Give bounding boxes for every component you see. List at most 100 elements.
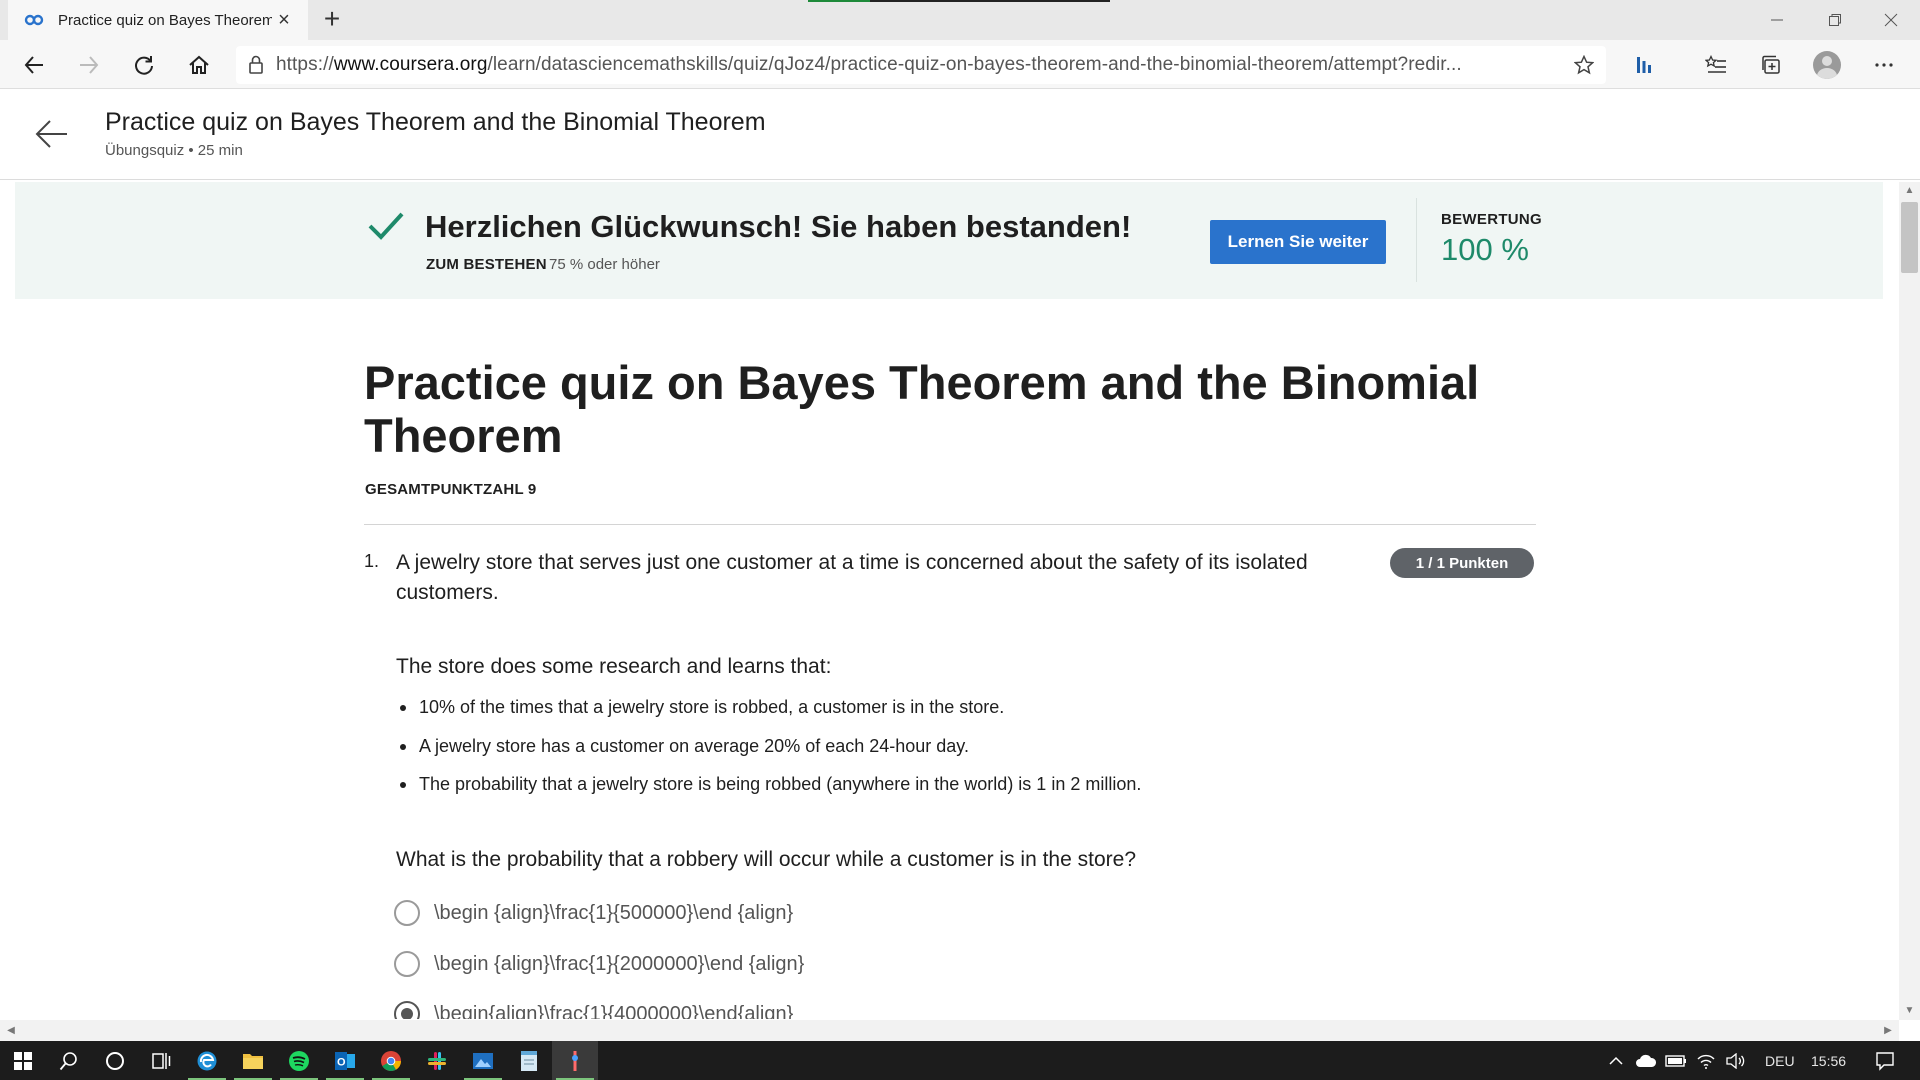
- extension-button[interactable]: [1626, 48, 1662, 82]
- home-button[interactable]: [182, 48, 216, 82]
- svg-text:O: O: [337, 1056, 346, 1068]
- close-window-button[interactable]: [1862, 0, 1920, 40]
- url-host: www.coursera.org: [333, 54, 488, 75]
- slack-icon[interactable]: [414, 1041, 460, 1080]
- divider: [1416, 198, 1417, 282]
- pass-threshold-value: 75 % oder höher: [549, 256, 660, 273]
- address-bar[interactable]: https://www.coursera.org/learn/datascien…: [236, 46, 1606, 84]
- restore-button[interactable]: [1806, 0, 1864, 40]
- collections-icon: [1762, 55, 1780, 74]
- onedrive-cloud-icon[interactable]: [1631, 1041, 1661, 1080]
- list-item: 10% of the times that a jewelry store is…: [396, 697, 1496, 736]
- radio-button-selected[interactable]: [394, 1001, 420, 1019]
- radio-button[interactable]: [394, 951, 420, 977]
- question-text: A jewelry store that serves just one cus…: [396, 551, 1308, 604]
- refresh-icon: [135, 56, 153, 75]
- back-button[interactable]: [17, 48, 51, 82]
- coursera-favicon-icon: [24, 14, 44, 26]
- congrats-message: Herzlichen Glückwunsch! Sie haben bestan…: [425, 209, 1132, 244]
- arrow-left-icon: [35, 120, 67, 148]
- outlook-icon[interactable]: O: [322, 1041, 368, 1080]
- vertical-scrollbar[interactable]: [1899, 182, 1920, 1020]
- edge-browser-icon[interactable]: [184, 1041, 230, 1080]
- arrow-left-icon: [24, 56, 43, 74]
- tab-close-icon[interactable]: ×: [272, 10, 296, 30]
- show-hidden-icons-chevron-icon[interactable]: [1601, 1041, 1631, 1080]
- avatar: [1813, 51, 1841, 79]
- answer-option-text: \begin {align}\frac{1}{2000000}\end {ali…: [434, 952, 805, 975]
- answer-option-text: \begin {align}\frac{1}{500000}\end {alig…: [434, 901, 794, 924]
- search-icon[interactable]: [46, 1041, 92, 1080]
- scroll-left-arrow-icon[interactable]: ◀: [2, 1020, 20, 1041]
- page-load-progress: [808, 0, 870, 2]
- page-subtitle: Übungsquiz • 25 min: [105, 142, 243, 159]
- battery-icon[interactable]: [1661, 1041, 1691, 1080]
- answer-option[interactable]: \begin {align}\frac{1}{500000}\end {alig…: [394, 898, 793, 928]
- question-prompt: What is the probability that a robbery w…: [396, 848, 1136, 871]
- list-item: The probability that a jewelry store is …: [396, 774, 1496, 813]
- favorite-star-icon[interactable]: [1562, 55, 1606, 75]
- question-points-badge: 1 / 1 Punkten: [1390, 548, 1534, 578]
- question-number: 1.: [364, 551, 380, 571]
- file-explorer-icon[interactable]: [230, 1041, 276, 1080]
- scroll-right-arrow-icon[interactable]: ▶: [1879, 1020, 1897, 1041]
- browser-toolbar: https://www.coursera.org/learn/datascien…: [0, 40, 1920, 89]
- url-scheme: https://: [276, 54, 334, 75]
- url-text[interactable]: https://www.coursera.org/learn/datascien…: [276, 54, 1562, 76]
- forward-button[interactable]: [72, 48, 106, 82]
- refresh-button[interactable]: [127, 48, 161, 82]
- grade-value: 100 %: [1441, 232, 1529, 267]
- notepad-icon[interactable]: [506, 1041, 552, 1080]
- cortana-icon[interactable]: [92, 1041, 138, 1080]
- chrome-icon[interactable]: [368, 1041, 414, 1080]
- extension-icon: [1637, 57, 1651, 73]
- minimize-button[interactable]: [1748, 0, 1806, 40]
- more-dots-icon: [1875, 63, 1893, 67]
- page-title: Practice quiz on Bayes Theorem and the B…: [105, 108, 766, 136]
- page-header: Practice quiz on Bayes Theorem and the B…: [0, 90, 1920, 180]
- browser-tab[interactable]: Practice quiz on Bayes Theorem ×: [8, 0, 308, 40]
- grade-label: BEWERTUNG: [1441, 211, 1543, 228]
- horizontal-scrollbar[interactable]: [0, 1020, 1899, 1041]
- radio-button[interactable]: [394, 900, 420, 926]
- divider: [364, 524, 1536, 525]
- scroll-down-arrow-icon[interactable]: ▼: [1899, 1002, 1920, 1020]
- vertical-scroll-thumb[interactable]: [1901, 202, 1918, 273]
- clock[interactable]: 15:56: [1811, 1041, 1846, 1080]
- favorites-button[interactable]: [1698, 48, 1734, 82]
- fact-list: 10% of the times that a jewelry store is…: [396, 697, 1496, 813]
- volume-icon[interactable]: [1721, 1041, 1751, 1080]
- lock-icon[interactable]: [236, 55, 276, 75]
- new-tab-button[interactable]: +: [316, 4, 348, 36]
- quiz-title: Practice quiz on Bayes Theorem and the B…: [364, 356, 1480, 462]
- snipping-tool-icon[interactable]: [552, 1041, 598, 1080]
- answer-option-text: \begin{align}\frac{1}{4000000}\end{align…: [434, 1003, 794, 1019]
- photos-icon[interactable]: [460, 1041, 506, 1080]
- pass-threshold-label: ZUM BESTEHEN: [426, 256, 547, 273]
- checkmark-icon: [368, 212, 404, 240]
- settings-more-button[interactable]: [1866, 48, 1902, 82]
- spotify-icon[interactable]: [276, 1041, 322, 1080]
- total-points: GESAMTPUNKTZAHL 9: [365, 481, 537, 498]
- input-language[interactable]: DEU: [1765, 1041, 1795, 1080]
- home-icon: [189, 55, 209, 74]
- result-banner: Herzlichen Glückwunsch! Sie haben bestan…: [15, 182, 1883, 299]
- list-item: A jewelry store has a customer on averag…: [396, 736, 1496, 775]
- answer-option-selected[interactable]: \begin{align}\frac{1}{4000000}\end{align…: [394, 999, 793, 1019]
- collections-button[interactable]: [1753, 48, 1789, 82]
- url-path: /learn/datasciencemathskills/quiz/qJoz4/…: [487, 54, 1462, 75]
- windows-start-icon[interactable]: [0, 1041, 46, 1080]
- profile-button[interactable]: [1809, 48, 1845, 82]
- notification-center-icon[interactable]: [1862, 1041, 1908, 1080]
- continue-learning-button[interactable]: Lernen Sie weiter: [1210, 220, 1386, 264]
- scroll-up-arrow-icon[interactable]: ▲: [1899, 182, 1920, 200]
- back-to-course-button[interactable]: [34, 116, 70, 152]
- favorites-list-icon: [1705, 55, 1726, 73]
- question-intro: The store does some research and learns …: [396, 655, 832, 678]
- windows-taskbar: O DEU 15:56: [0, 1041, 1920, 1080]
- task-view-icon[interactable]: [138, 1041, 184, 1080]
- tab-title: Practice quiz on Bayes Theorem: [58, 11, 272, 29]
- answer-option[interactable]: \begin {align}\frac{1}{2000000}\end {ali…: [394, 949, 804, 979]
- wifi-icon[interactable]: [1691, 1041, 1721, 1080]
- browser-tab-bar: Practice quiz on Bayes Theorem × +: [0, 0, 1920, 40]
